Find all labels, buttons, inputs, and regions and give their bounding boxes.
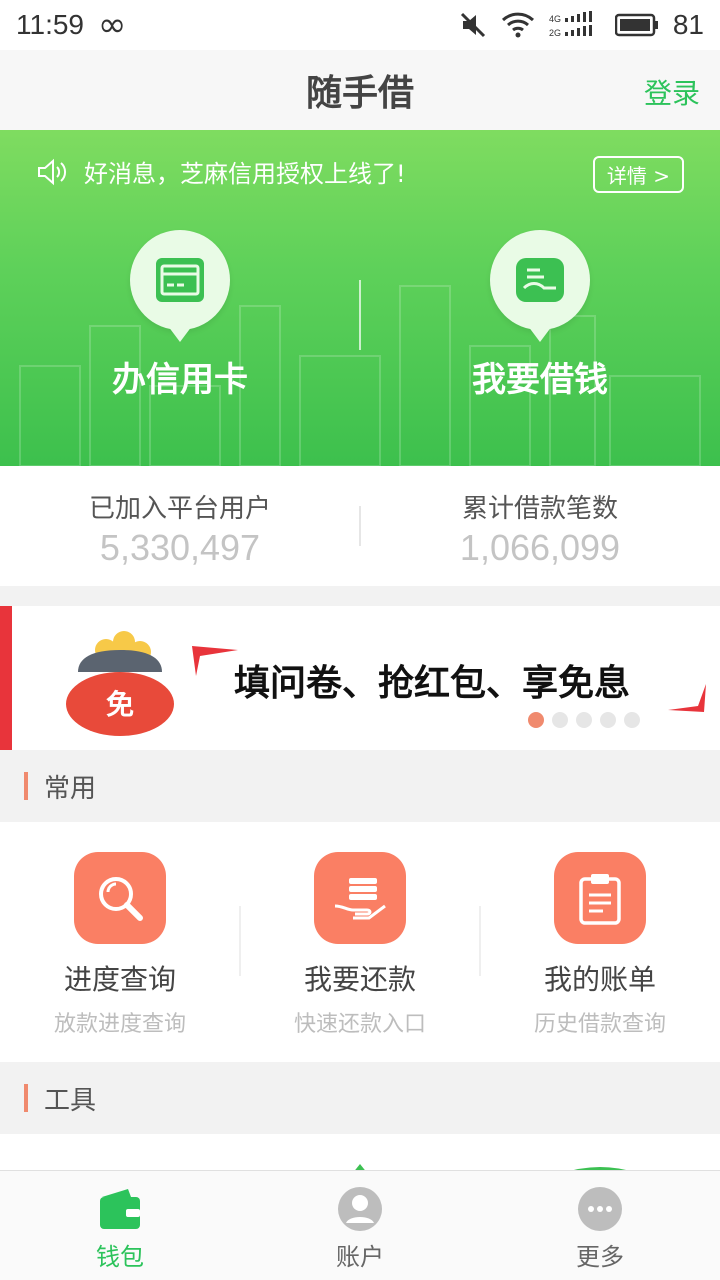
common-functions: 进度查询 放款进度查询 我要还款 快速还款入口 我的账单 历史借款查询 xyxy=(0,822,720,1062)
my-bills-label: 我的账单 xyxy=(543,963,656,996)
banner-dot[interactable] xyxy=(624,712,640,728)
purse-badge: 免 xyxy=(106,688,134,721)
stat-loans-value: 1,066,099 xyxy=(459,527,621,568)
my-bills-sub: 历史借款查询 xyxy=(533,1012,666,1037)
stat-users-label: 已加入平台用户 xyxy=(88,494,271,524)
section-title-tools: 工具 xyxy=(44,1085,97,1116)
my-bills-button[interactable]: 我的账单 历史借款查询 xyxy=(480,822,720,1062)
repay-icon-box xyxy=(314,852,406,944)
signal-icon: 4G 2G xyxy=(549,11,592,38)
battery-icon xyxy=(614,13,658,37)
status-right: 4G 2G 81 xyxy=(459,9,704,41)
credit-card-icon xyxy=(156,258,204,302)
stat-loans-label: 累计借款笔数 xyxy=(461,494,618,524)
section-accent-bar xyxy=(24,772,28,800)
wifi-icon xyxy=(501,12,534,38)
page-title: 随手借 xyxy=(305,73,414,114)
progress-query-sub: 放款进度查询 xyxy=(53,1012,186,1037)
borrow-money-button[interactable]: 我要借钱 xyxy=(430,230,650,401)
section-header-tools: 工具 xyxy=(0,1062,720,1134)
wallet-icon xyxy=(100,1189,140,1229)
left-flag-decoration xyxy=(192,646,238,676)
tools-area xyxy=(0,1134,720,1174)
stat-users: 已加入平台用户 5,330,497 xyxy=(0,466,360,586)
borrow-bubble xyxy=(490,230,590,342)
bottom-navigation: 钱包 账户 更多 xyxy=(0,1170,720,1280)
repay-button[interactable]: 我要还款 快速还款入口 xyxy=(240,822,480,1062)
banner-edge xyxy=(0,606,12,750)
hand-money-icon xyxy=(334,878,386,920)
section-title-common: 常用 xyxy=(44,773,97,804)
progress-query-icon-box xyxy=(74,852,166,944)
my-bills-icon-box xyxy=(554,852,646,944)
loan-hand-icon xyxy=(516,258,564,302)
section-accent-bar xyxy=(24,1084,28,1112)
stat-users-value: 5,330,497 xyxy=(99,527,261,568)
detail-button[interactable]: 详情 > xyxy=(592,156,684,193)
notice-text: 好消息，芝麻信用授权上线了! xyxy=(84,160,406,188)
promo-banner[interactable]: 免 填问卷、抢红包、享免息 xyxy=(0,606,720,750)
nav-wallet-label: 钱包 xyxy=(96,1243,144,1271)
banner-dot[interactable] xyxy=(552,712,568,728)
repay-label: 我要还款 xyxy=(303,963,416,996)
user-icon xyxy=(338,1187,382,1231)
stat-loans: 累计借款笔数 1,066,099 xyxy=(360,466,720,586)
banner-text: 填问卷、抢红包、享免息 xyxy=(234,663,631,704)
apply-credit-card-button[interactable]: 办信用卡 xyxy=(70,230,290,401)
status-bar: 11:59 ∞ 4G 2G 81 xyxy=(0,0,720,50)
svg-text:4G: 4G xyxy=(549,14,561,24)
banner-dot[interactable] xyxy=(528,712,544,728)
mute-icon xyxy=(460,12,485,38)
app-header: 随手借 登录 xyxy=(0,50,720,130)
hero-divider xyxy=(359,280,361,350)
notice-bar[interactable]: 好消息，芝麻信用授权上线了! xyxy=(36,154,406,189)
credit-card-label: 办信用卡 xyxy=(112,360,248,400)
hero-banner: 好消息，芝麻信用授权上线了! 详情 > 办信用卡 我要借钱 xyxy=(0,130,720,466)
magnifier-icon xyxy=(99,877,143,921)
progress-query-label: 进度查询 xyxy=(63,963,176,996)
svg-text:2G: 2G xyxy=(549,28,561,38)
infinity-icon: ∞ xyxy=(98,5,127,45)
borrow-label: 我要借钱 xyxy=(472,360,608,400)
nav-account[interactable]: 账户 xyxy=(240,1171,480,1280)
credit-card-bubble xyxy=(130,230,230,342)
speaker-icon xyxy=(38,158,67,185)
banner-dot[interactable] xyxy=(576,712,592,728)
banner-pagination xyxy=(528,712,640,728)
red-purse-icon: 免 xyxy=(66,631,174,736)
section-header-common: 常用 xyxy=(0,750,720,822)
nav-more-label: 更多 xyxy=(576,1243,624,1271)
right-flag-decoration xyxy=(668,684,706,712)
clipboard-icon xyxy=(579,874,621,925)
battery-level: 81 xyxy=(672,9,704,40)
banner-dot[interactable] xyxy=(600,712,616,728)
stats-divider xyxy=(359,506,361,546)
nav-wallet[interactable]: 钱包 xyxy=(0,1171,240,1280)
login-button[interactable]: 登录 xyxy=(644,72,700,112)
progress-query-button[interactable]: 进度查询 放款进度查询 xyxy=(0,822,240,1062)
nav-more[interactable]: 更多 xyxy=(480,1171,720,1280)
nav-account-label: 账户 xyxy=(336,1243,384,1271)
platform-stats: 已加入平台用户 5,330,497 累计借款笔数 1,066,099 xyxy=(0,466,720,586)
more-icon xyxy=(578,1187,622,1231)
repay-sub: 快速还款入口 xyxy=(293,1012,426,1037)
status-time: 11:59 xyxy=(16,9,84,40)
